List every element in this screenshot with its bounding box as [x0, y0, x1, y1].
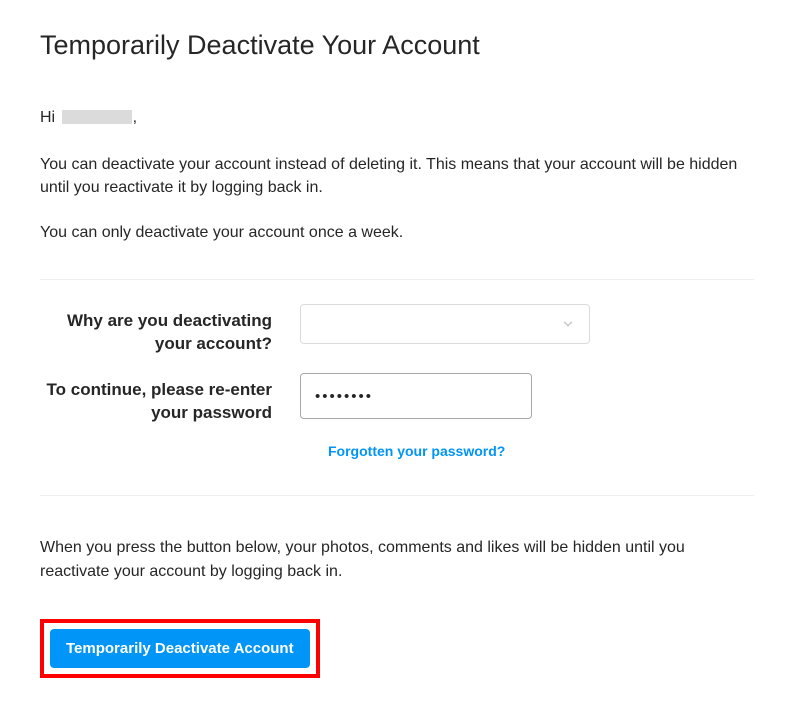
forgot-password-link[interactable]: Forgotten your password? — [328, 443, 505, 459]
reason-row: Why are you deactivating your account? — [40, 304, 754, 356]
intro-paragraph-2: You can only deactivate your account onc… — [40, 221, 754, 244]
intro-paragraph-1: You can deactivate your account instead … — [40, 153, 754, 199]
greeting-suffix: , — [133, 109, 137, 126]
chevron-down-icon — [561, 317, 575, 331]
divider-bottom — [40, 495, 754, 496]
divider-top — [40, 279, 754, 280]
highlight-box: Temporarily Deactivate Account — [40, 619, 320, 678]
reason-label: Why are you deactivating your account? — [40, 304, 300, 356]
password-row: To continue, please re-enter your passwo… — [40, 373, 754, 425]
deactivate-button[interactable]: Temporarily Deactivate Account — [50, 629, 310, 668]
password-input[interactable] — [300, 373, 532, 419]
redacted-username — [62, 110, 132, 124]
greeting: Hi , — [40, 109, 754, 127]
reason-select[interactable] — [300, 304, 590, 344]
greeting-prefix: Hi — [40, 109, 55, 126]
page-title: Temporarily Deactivate Your Account — [40, 30, 754, 61]
bottom-paragraph: When you press the button below, your ph… — [40, 536, 754, 582]
password-label: To continue, please re-enter your passwo… — [40, 373, 300, 425]
